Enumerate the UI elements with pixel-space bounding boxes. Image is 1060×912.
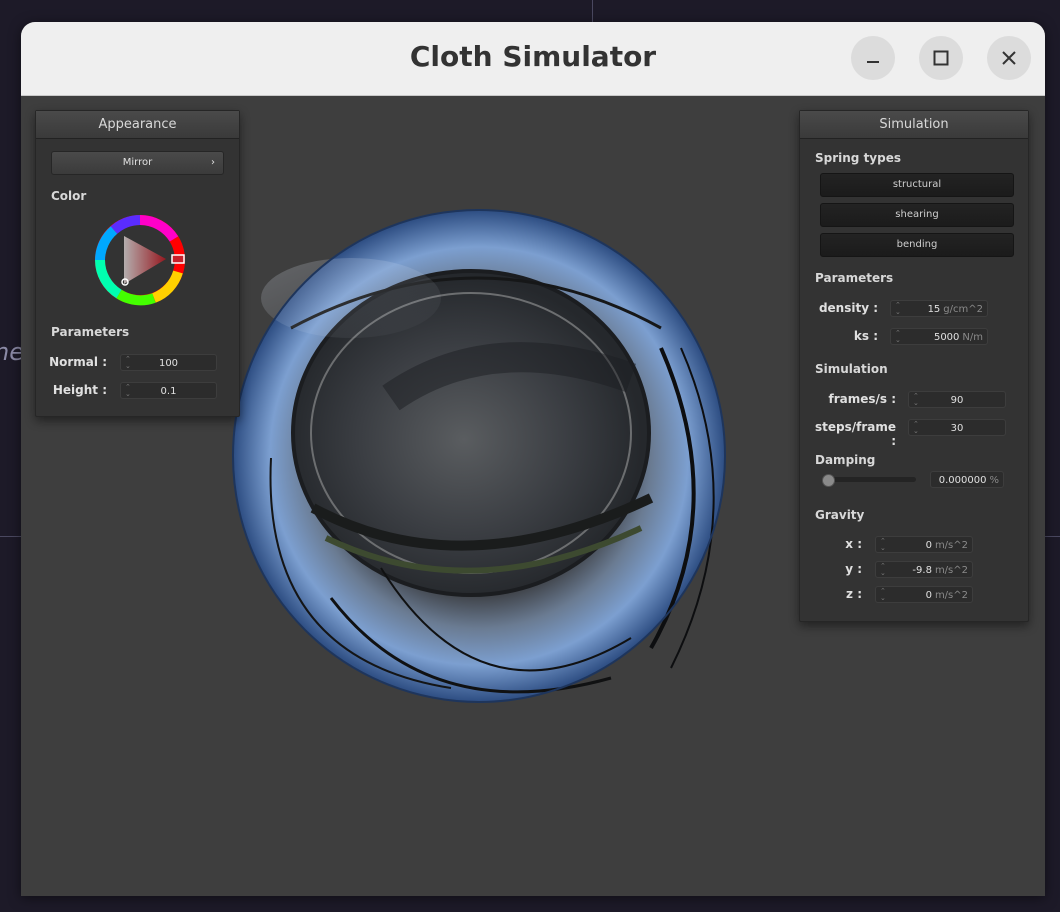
damping-input[interactable]: 0.000000% xyxy=(930,471,1004,488)
structural-toggle[interactable]: structural xyxy=(820,173,1014,197)
bending-toggle[interactable]: bending xyxy=(820,233,1014,257)
gravity-x-label: x : xyxy=(845,537,862,551)
render-viewport[interactable]: Appearance Mirror › Color Parameters Nor… xyxy=(21,96,1045,896)
gravity-y-input[interactable]: ⌃ ⌄ -9.8 m/s^2 xyxy=(875,561,973,578)
simulation-section-label: Simulation xyxy=(815,362,888,376)
desktop-line xyxy=(1045,536,1060,537)
appearance-parameters-label: Parameters xyxy=(51,325,130,339)
minimize-icon xyxy=(867,61,879,63)
maximize-button[interactable] xyxy=(919,36,963,80)
fps-label: frames/s : xyxy=(828,392,896,406)
simulation-panel: Simulation Spring types structural shear… xyxy=(799,110,1029,622)
density-input[interactable]: ⌃ ⌄ 15 g/cm^2 xyxy=(890,300,988,317)
spinner-icon[interactable]: ⌃ ⌄ xyxy=(895,302,901,316)
density-label: density : xyxy=(818,301,878,315)
gravity-label: Gravity xyxy=(815,508,865,522)
appearance-panel: Appearance Mirror › Color Parameters Nor… xyxy=(35,110,240,417)
spring-types-label: Spring types xyxy=(815,151,902,165)
steps-label: steps/frame : xyxy=(814,420,896,448)
minimize-button[interactable] xyxy=(851,36,895,80)
height-label: Height : xyxy=(52,383,107,397)
gravity-z-input[interactable]: ⌃ ⌄ 0 m/s^2 xyxy=(875,586,973,603)
appearance-header[interactable]: Appearance xyxy=(36,111,239,139)
damping-slider-handle[interactable] xyxy=(822,474,835,487)
gravity-x-input[interactable]: ⌃ ⌄ 0 m/s^2 xyxy=(875,536,973,553)
damping-label: Damping xyxy=(815,453,876,467)
maximize-icon xyxy=(933,50,949,66)
color-label: Color xyxy=(51,189,87,203)
sim-parameters-label: Parameters xyxy=(815,271,894,285)
gravity-y-label: y : xyxy=(845,562,862,576)
mirror-sphere[interactable] xyxy=(231,208,727,704)
fps-input[interactable]: ⌃ ⌄ 90 xyxy=(908,391,1006,408)
normal-label: Normal : xyxy=(49,355,107,369)
spinner-icon[interactable]: ⌃ ⌄ xyxy=(880,563,886,577)
shearing-toggle[interactable]: shearing xyxy=(820,203,1014,227)
desktop-line xyxy=(0,536,21,537)
close-button[interactable] xyxy=(987,36,1031,80)
ks-input[interactable]: ⌃ ⌄ 5000 N/m xyxy=(890,328,988,345)
shader-dropdown[interactable]: Mirror › xyxy=(51,151,224,175)
simulation-header[interactable]: Simulation xyxy=(800,111,1028,139)
close-icon xyxy=(1002,51,1016,65)
spinner-icon[interactable]: ⌃ ⌄ xyxy=(880,538,886,552)
spinner-icon[interactable]: ⌃ ⌄ xyxy=(880,588,886,602)
app-window: Cloth Simulator Appearance Mirror › Colo… xyxy=(21,22,1045,896)
gravity-z-label: z : xyxy=(846,587,862,601)
color-wheel[interactable] xyxy=(94,214,186,306)
desktop-line xyxy=(592,0,593,22)
height-input[interactable]: ⌃ ⌄ 0.1 xyxy=(120,382,217,399)
title-bar[interactable]: Cloth Simulator xyxy=(21,22,1045,96)
damping-slider[interactable] xyxy=(822,474,916,487)
normal-input[interactable]: ⌃ ⌄ 100 xyxy=(120,354,217,371)
steps-input[interactable]: ⌃ ⌄ 30 xyxy=(908,419,1006,436)
shader-dropdown-label: Mirror xyxy=(122,157,153,168)
ks-label: ks : xyxy=(853,329,878,343)
chevron-right-icon: › xyxy=(211,157,215,168)
spinner-icon[interactable]: ⌃ ⌄ xyxy=(895,330,901,344)
